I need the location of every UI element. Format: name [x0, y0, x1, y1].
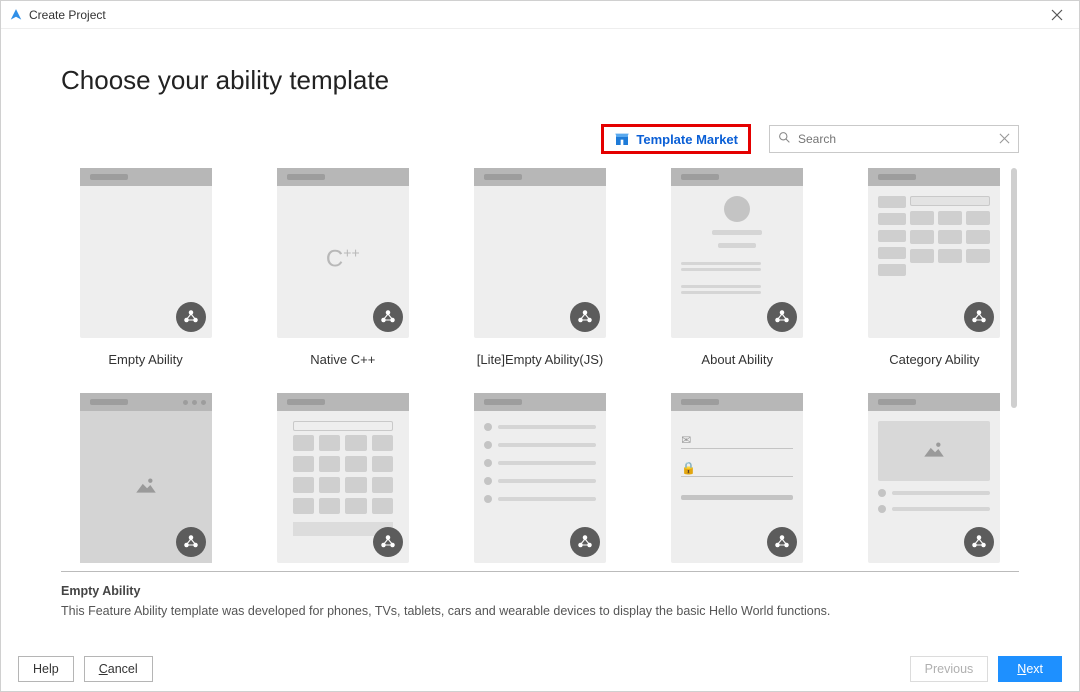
app-logo-icon: [9, 8, 23, 22]
market-icon: [614, 131, 630, 147]
image-placeholder-icon: [131, 472, 161, 503]
ability-badge-icon: [570, 302, 600, 332]
template-card-grid-ability[interactable]: Grid Ability: [264, 393, 421, 572]
template-description: Empty Ability This Feature Ability templ…: [1, 572, 1079, 621]
template-card-native-cpp[interactable]: C++ Native C++: [264, 168, 421, 367]
search-icon: [776, 131, 792, 147]
footer: Help Cancel Previous Next: [0, 656, 1080, 682]
description-title: Empty Ability: [61, 584, 1019, 598]
cancel-button[interactable]: Cancel: [84, 656, 153, 682]
image-placeholder-icon: [919, 436, 949, 467]
template-label: Native C++: [310, 352, 375, 367]
ability-badge-icon: [767, 302, 797, 332]
template-card-category-ability[interactable]: Category Ability: [856, 168, 1013, 367]
template-label: Empty Ability: [108, 352, 182, 367]
help-button[interactable]: Help: [18, 656, 74, 682]
template-card-list-tab-ability-js[interactable]: List Tab Ability (JS): [461, 393, 618, 572]
ability-badge-icon: [176, 527, 206, 557]
email-icon: ✉: [681, 431, 793, 449]
next-button[interactable]: Next: [998, 656, 1062, 682]
search-box[interactable]: [769, 125, 1019, 153]
template-card-lite-empty-ability-js[interactable]: [Lite]Empty Ability(JS): [461, 168, 618, 367]
window-title: Create Project: [29, 8, 106, 22]
ability-badge-icon: [767, 527, 797, 557]
ability-badge-icon: [176, 302, 206, 332]
ability-badge-icon: [373, 527, 403, 557]
lock-icon: 🔒: [681, 459, 793, 477]
close-button[interactable]: [1043, 5, 1071, 25]
description-body: This Feature Ability template was develo…: [61, 602, 1019, 621]
template-label: About Ability: [701, 352, 773, 367]
ability-badge-icon: [570, 527, 600, 557]
template-card-navigation-ability[interactable]: Navigation Ability: [856, 393, 1013, 572]
scrollbar[interactable]: [1011, 168, 1017, 408]
template-card-login-ability[interactable]: ✉ 🔒 Login Ability: [659, 393, 816, 572]
ability-badge-icon: [373, 302, 403, 332]
template-market-link[interactable]: Template Market: [601, 124, 751, 154]
previous-button: Previous: [910, 656, 989, 682]
template-card-about-ability[interactable]: About Ability: [659, 168, 816, 367]
search-input[interactable]: [798, 132, 990, 146]
titlebar: Create Project: [1, 1, 1079, 29]
page-title: Choose your ability template: [61, 65, 1019, 96]
template-label: [Lite]Empty Ability(JS): [477, 352, 603, 367]
template-card-full-screen-ability[interactable]: Full Screen Ability: [67, 393, 224, 572]
cpp-icon: C++: [326, 245, 360, 274]
template-market-label: Template Market: [636, 132, 738, 147]
template-card-empty-ability[interactable]: Empty Ability: [67, 168, 224, 367]
template-grid: Empty Ability C++ Native C++ [Lite]Empty…: [61, 166, 1019, 572]
template-scroll-area[interactable]: Empty Ability C++ Native C++ [Lite]Empty…: [61, 166, 1019, 572]
clear-search-icon[interactable]: [996, 132, 1012, 147]
